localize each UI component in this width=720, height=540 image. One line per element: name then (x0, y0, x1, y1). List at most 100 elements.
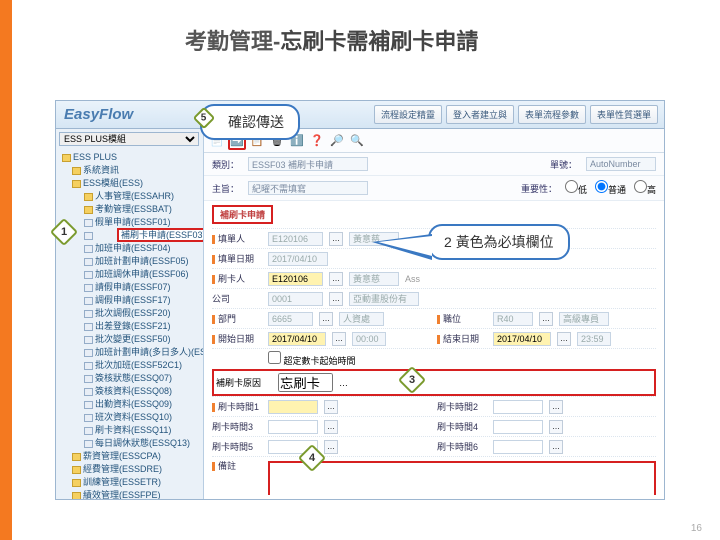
t6-input[interactable] (493, 440, 543, 454)
btn-login-create[interactable]: 登入者建立與 (446, 105, 514, 124)
toolbar-btn-6[interactable]: 🔎 (328, 132, 346, 150)
start-date-picker[interactable]: … (332, 332, 346, 346)
tree-node[interactable]: ESS模組(ESS) (58, 177, 203, 190)
pri-low[interactable]: ​低 (565, 180, 587, 196)
tree-node[interactable]: 班次資料(ESSQ10) (58, 411, 203, 424)
tree-node[interactable]: 加班調休申請(ESSF06) (58, 268, 203, 281)
t2-label: 刷卡時間2 (437, 400, 487, 413)
tree-node[interactable]: 系統資訊 (58, 164, 203, 177)
pri-label: 重要性： (521, 182, 557, 195)
reason-value[interactable] (278, 373, 333, 392)
end-date[interactable] (493, 332, 551, 346)
tree-node[interactable]: 考勤管理(ESSBAT) (58, 203, 203, 216)
tree-node[interactable]: 批次變更(ESSF50) (58, 333, 203, 346)
subj-label: 主旨： (212, 182, 240, 195)
remark-box (268, 461, 656, 495)
tree-node[interactable]: 加班計劃申請(多日多人)(ESS (58, 346, 203, 359)
end-date-picker[interactable]: … (557, 332, 571, 346)
t3-input[interactable] (268, 420, 318, 434)
pos-name (559, 312, 609, 326)
reason-picker[interactable]: … (339, 378, 348, 388)
toolbar-btn-7[interactable]: 🔍 (348, 132, 366, 150)
swiper-label: 刷卡人 (212, 272, 262, 285)
dept-picker[interactable]: … (319, 312, 333, 326)
tree-node[interactable]: 批次加班(ESSF52C1) (58, 359, 203, 372)
over-check[interactable]: 超定數卡起始時間 (268, 351, 356, 367)
tree-node[interactable]: 經費管理(ESSDRE) (58, 463, 203, 476)
t4-picker[interactable]: … (549, 420, 563, 434)
tree-node[interactable]: 加班計劃申請(ESSF05) (58, 255, 203, 268)
remark-input[interactable] (270, 463, 654, 495)
info-row-1: 類別： 單號： (204, 153, 664, 176)
tree-node[interactable]: 簽核資料(ESSQ08) (58, 385, 203, 398)
btn-form-type[interactable]: 表單性質選單 (590, 105, 658, 124)
slide-accent-bar (0, 0, 12, 540)
t1-picker[interactable]: … (324, 400, 338, 414)
applicant-picker[interactable]: … (329, 232, 343, 246)
tree-node[interactable]: 簽核狀態(ESSQ07) (58, 372, 203, 385)
tree-node[interactable]: 績效管理(ESSFPE) (58, 489, 203, 499)
pos-id (493, 312, 533, 326)
tree-node[interactable]: 薪資管理(ESSCPA) (58, 450, 203, 463)
t3-picker[interactable]: … (324, 420, 338, 434)
applicant-label: 填單人 (212, 232, 262, 245)
tree-node[interactable]: 請假申請(ESSF07) (58, 281, 203, 294)
date-value (268, 252, 328, 266)
t6-picker[interactable]: … (549, 440, 563, 454)
subj-value[interactable] (248, 181, 368, 195)
end-label: 結束日期 (437, 332, 487, 345)
tree-node[interactable]: 訓練管理(ESSETR) (58, 476, 203, 489)
header-buttons: 流程設定精靈 登入者建立與 表單流程參數 表單性質選單 (374, 105, 658, 124)
title-main: 忘刷卡需補刷卡申請 (280, 29, 478, 54)
t6-label: 刷卡時間6 (437, 440, 487, 453)
section-title: 補刷卡申請 (212, 205, 273, 224)
dept-name (339, 312, 384, 326)
tree-node[interactable]: 出勤資料(ESSQ09) (58, 398, 203, 411)
t2-input[interactable] (493, 400, 543, 414)
main-panel: 📄➡️📋🗑ℹ️❓🔎🔍 類別： 單號： 主旨： 重要性： ​低 ​普通 ​高 補刷… (204, 129, 664, 499)
btn-form-flow-param[interactable]: 表單流程參數 (518, 105, 586, 124)
pos-picker[interactable]: … (539, 312, 553, 326)
t5-picker[interactable]: … (324, 440, 338, 454)
date-label: 填單日期 (212, 252, 262, 265)
toolbar-btn-5[interactable]: ❓ (308, 132, 326, 150)
swiper-picker[interactable]: … (329, 272, 343, 286)
tree-node[interactable]: 出差登錄(ESSF21) (58, 320, 203, 333)
t1-input[interactable] (268, 400, 318, 414)
tree-node[interactable]: 批次調假(ESSF20) (58, 307, 203, 320)
tree-node[interactable]: 人事管理(ESSAHR) (58, 190, 203, 203)
callout-1: 1 (54, 222, 74, 242)
swiper-group: Ass (405, 274, 420, 284)
tree-node[interactable]: 刷卡資料(ESSQ11) (58, 424, 203, 437)
module-select[interactable]: ESS PLUS模組 (59, 132, 199, 146)
start-label: 開始日期 (212, 332, 262, 345)
pri-mid[interactable]: ​普通 (595, 180, 626, 196)
pri-high[interactable]: ​高 (634, 180, 656, 196)
end-time[interactable] (577, 332, 611, 346)
start-time[interactable] (352, 332, 386, 346)
dept-label: 部門 (212, 312, 262, 325)
t2-picker[interactable]: … (549, 400, 563, 414)
company-id (268, 292, 323, 306)
tree-node[interactable]: ESS PLUS (58, 151, 203, 164)
t4-label: 刷卡時間4 (437, 420, 487, 433)
tree-node[interactable]: 加班申請(ESSF04) (58, 242, 203, 255)
tree-node[interactable]: 每日調休狀態(ESSQ13) (58, 437, 203, 450)
start-date[interactable] (268, 332, 326, 346)
app-logo: EasyFlow (64, 106, 133, 123)
tree-node[interactable]: 調假申請(ESSF17) (58, 294, 203, 307)
swiper-id[interactable] (268, 272, 323, 286)
tree-node[interactable]: 補刷卡申請(ESSF03) (58, 229, 203, 242)
nav-tree: ESS PLUS系統資訊ESS模組(ESS)人事管理(ESSAHR)考勤管理(E… (56, 149, 203, 499)
dept-id (268, 312, 313, 326)
btn-flow-wizard[interactable]: 流程設定精靈 (374, 105, 442, 124)
info-row-2: 主旨： 重要性： ​低 ​普通 ​高 (204, 176, 664, 201)
reason-row: 補刷卡原因 … (212, 369, 656, 396)
company-picker[interactable]: … (329, 292, 343, 306)
t4-input[interactable] (493, 420, 543, 434)
no-value (586, 157, 656, 171)
pos-label: 職位 (437, 312, 487, 325)
t1-label: 刷卡時間1 (212, 400, 262, 413)
page-number: 16 (691, 523, 702, 534)
company-name (349, 292, 419, 306)
